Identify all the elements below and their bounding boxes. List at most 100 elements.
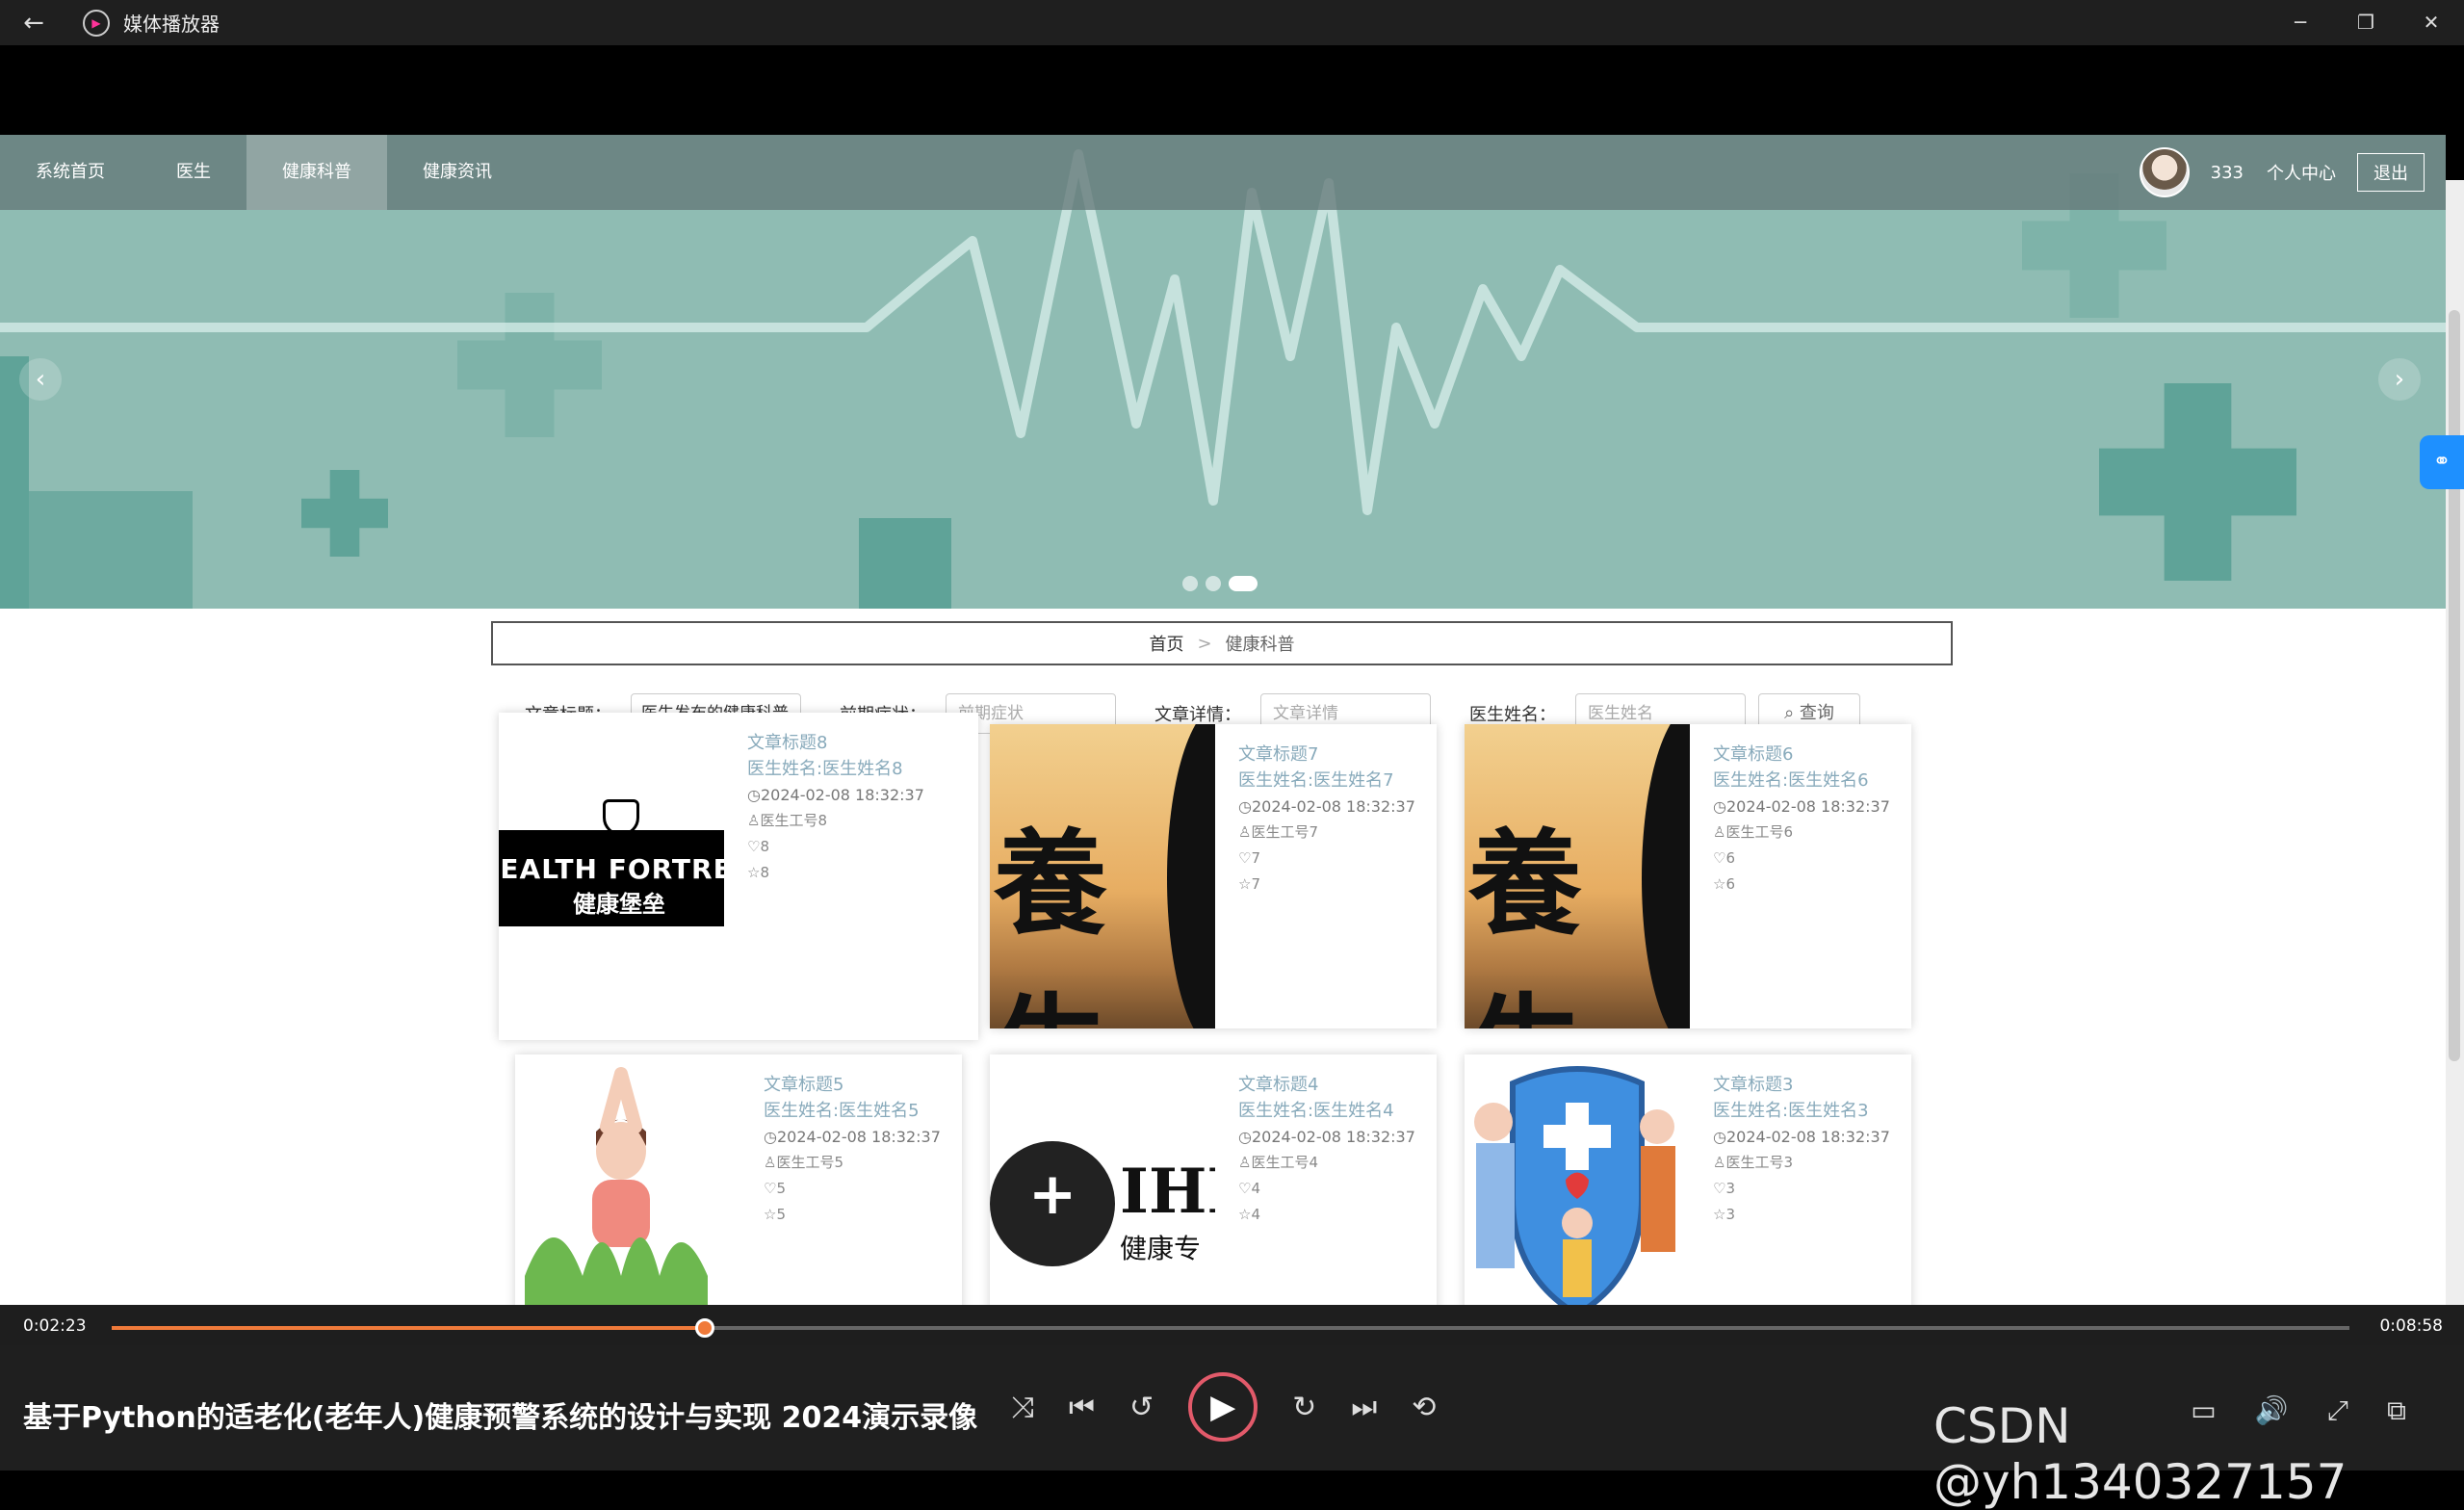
article-title[interactable]: 文章标题7	[1238, 742, 1415, 768]
play-button[interactable]: ▶	[1188, 1372, 1258, 1442]
article-info: 文章标题4 医生姓名:医生姓名4 ◷2024-02-08 18:32:37 ♙医…	[1215, 1054, 1415, 1305]
article-card[interactable]: 養生 文章标题6 医生姓名:医生姓名6 ◷2024-02-08 18:32:37…	[1465, 724, 1911, 1028]
star-icon: ☆	[1238, 1206, 1252, 1223]
current-time: 0:02:23	[23, 1316, 87, 1336]
playback-controls: ⤨ ⏮ ↺ ▶ ↻ ⏭ ⟲	[1011, 1372, 1436, 1442]
nav-item-health-news[interactable]: 健康资讯	[387, 135, 528, 210]
restore-button[interactable]: ❐	[2333, 0, 2399, 45]
article-doctor-id: 医生工号4	[1251, 1154, 1318, 1171]
article-title[interactable]: 文章标题6	[1713, 742, 1890, 768]
thumb-up-icon: ♡	[747, 838, 761, 855]
user-icon: ♙	[764, 1154, 777, 1171]
article-stars: 8	[760, 864, 769, 881]
side-float-icon[interactable]: ⚭	[2420, 435, 2464, 489]
repeat-off-icon[interactable]: ⟲	[1412, 1391, 1436, 1424]
article-stars: 6	[1725, 875, 1735, 893]
thumbnail-calligraphy: 養生	[994, 817, 1116, 1028]
clock-icon: ◷	[1713, 797, 1726, 816]
thumbnail-logo: IEALTH FORTRES 健康堡垒	[499, 830, 724, 926]
article-thumbnail	[1465, 1054, 1690, 1305]
avatar[interactable]	[2139, 147, 2190, 197]
user-icon: ♙	[747, 812, 761, 829]
nav-item-health-science[interactable]: 健康科普	[246, 135, 387, 210]
forward-30-icon[interactable]: ↻	[1292, 1391, 1316, 1424]
app-title: 媒体播放器	[123, 13, 220, 36]
logout-button[interactable]: 退出	[2357, 153, 2425, 192]
star-icon: ☆	[764, 1206, 777, 1223]
banner-dot[interactable]	[1182, 576, 1198, 591]
article-date: 2024-02-08 18:32:37	[1725, 1128, 1890, 1146]
yoga-illustration	[525, 1067, 708, 1305]
article-card[interactable]: 文章标题5 医生姓名:医生姓名5 ◷2024-02-08 18:32:37 ♙医…	[515, 1054, 962, 1305]
star-icon: ☆	[747, 864, 761, 881]
article-doctor-id: 医生工号5	[776, 1154, 843, 1171]
user-count: 333	[2210, 162, 2244, 183]
article-thumbnail: IEALTH FORTRES 健康堡垒	[499, 713, 724, 1040]
star-icon: ☆	[1713, 875, 1726, 893]
banner-dots	[1182, 576, 1258, 591]
article-likes: 7	[1251, 849, 1260, 867]
breadcrumb-separator: >	[1197, 633, 1212, 654]
article-info: 文章标题6 医生姓名:医生姓名6 ◷2024-02-08 18:32:37 ♙医…	[1690, 724, 1890, 1028]
video-area[interactable]: ‹ › 系统首页 医生 健康科普 健康资讯 333 个人中心 退出 首页 > 健…	[0, 45, 2464, 1305]
thumb-up-icon: ♡	[1238, 849, 1252, 867]
article-title[interactable]: 文章标题3	[1713, 1072, 1890, 1098]
clock-icon: ◷	[1238, 797, 1252, 816]
article-date: 2024-02-08 18:32:37	[1251, 1128, 1415, 1146]
article-doctor: 医生姓名:医生姓名8	[747, 759, 903, 779]
banner-dot[interactable]	[1206, 576, 1221, 591]
previous-icon[interactable]: ⏮	[1069, 1391, 1095, 1424]
user-icon: ♙	[1238, 1154, 1252, 1171]
seek-bar-progress	[112, 1326, 705, 1330]
detail-filter-label: 文章详情：	[1154, 705, 1241, 725]
banner-dot-active[interactable]	[1229, 576, 1258, 591]
breadcrumb-home[interactable]: 首页	[1149, 631, 1183, 656]
article-card[interactable]: 文章标题3 医生姓名:医生姓名3 ◷2024-02-08 18:32:37 ♙医…	[1465, 1054, 1911, 1305]
page-scrollbar[interactable]	[2446, 180, 2464, 1305]
video-title: 基于Python的适老化(老年人)健康预警系统的设计与实现 2024演示录像	[23, 1401, 978, 1435]
article-doctor: 医生姓名:医生姓名3	[1713, 1101, 1869, 1121]
play-icon: ▶	[1210, 1388, 1236, 1426]
thumbnail-logo-text: IHI	[1120, 1156, 1215, 1228]
seek-handle[interactable]	[694, 1318, 714, 1338]
nav-item-home[interactable]: 系统首页	[0, 135, 141, 210]
next-icon[interactable]: ⏭	[1351, 1391, 1377, 1424]
article-date: 2024-02-08 18:32:37	[776, 1128, 941, 1146]
total-time: 0:08:58	[2379, 1316, 2443, 1336]
search-icon: ⌕	[1784, 703, 1800, 723]
rewind-10-icon[interactable]: ↺	[1129, 1391, 1154, 1424]
article-title[interactable]: 文章标题5	[764, 1072, 941, 1098]
banner-next-button[interactable]: ›	[2378, 358, 2421, 401]
article-card[interactable]: 養生 文章标题7 医生姓名:医生姓名7 ◷2024-02-08 18:32:37…	[990, 724, 1437, 1028]
close-button[interactable]: ✕	[2399, 0, 2464, 45]
thumbnail-logo-subtext: 健康专	[1120, 1233, 1202, 1264]
banner-prev-button[interactable]: ‹	[19, 358, 62, 401]
shuffle-icon[interactable]: ⤨	[1011, 1391, 1034, 1424]
article-likes: 4	[1251, 1180, 1260, 1197]
nav-item-doctor[interactable]: 医生	[141, 135, 246, 210]
user-icon: ♙	[1238, 823, 1252, 841]
minimize-button[interactable]: ─	[2268, 0, 2333, 45]
article-title[interactable]: 文章标题4	[1238, 1072, 1415, 1098]
seek-bar[interactable]	[112, 1318, 2349, 1338]
breadcrumb: 首页 > 健康科普	[491, 621, 1953, 665]
media-player-icon: ▶	[83, 9, 110, 37]
article-likes: 5	[776, 1180, 786, 1197]
article-likes: 8	[760, 838, 769, 855]
article-thumbnail: + IHI 健康专	[990, 1054, 1215, 1305]
article-thumbnail	[515, 1054, 740, 1305]
user-icon: ♙	[1713, 823, 1726, 841]
family-shield-illustration	[1474, 1066, 1675, 1305]
search-button-label: 查询	[1799, 703, 1834, 723]
back-arrow-icon[interactable]: ←	[0, 9, 67, 38]
article-stars: 5	[776, 1206, 786, 1223]
article-card[interactable]: + IHI 健康专 文章标题4 医生姓名:医生姓名4 ◷2024-02-08 1…	[990, 1054, 1437, 1305]
article-likes: 3	[1725, 1180, 1735, 1197]
clock-icon: ◷	[764, 1128, 777, 1146]
article-doctor: 医生姓名:医生姓名6	[1713, 770, 1869, 791]
article-title[interactable]: 文章标题8	[747, 730, 924, 756]
personal-center-link[interactable]: 个人中心	[2267, 160, 2336, 185]
article-doctor: 医生姓名:医生姓名7	[1238, 770, 1394, 791]
article-card[interactable]: IEALTH FORTRES 健康堡垒 文章标题8 医生姓名:医生姓名8 ◷20…	[499, 713, 978, 1040]
scrollbar-thumb[interactable]	[2449, 310, 2460, 1061]
